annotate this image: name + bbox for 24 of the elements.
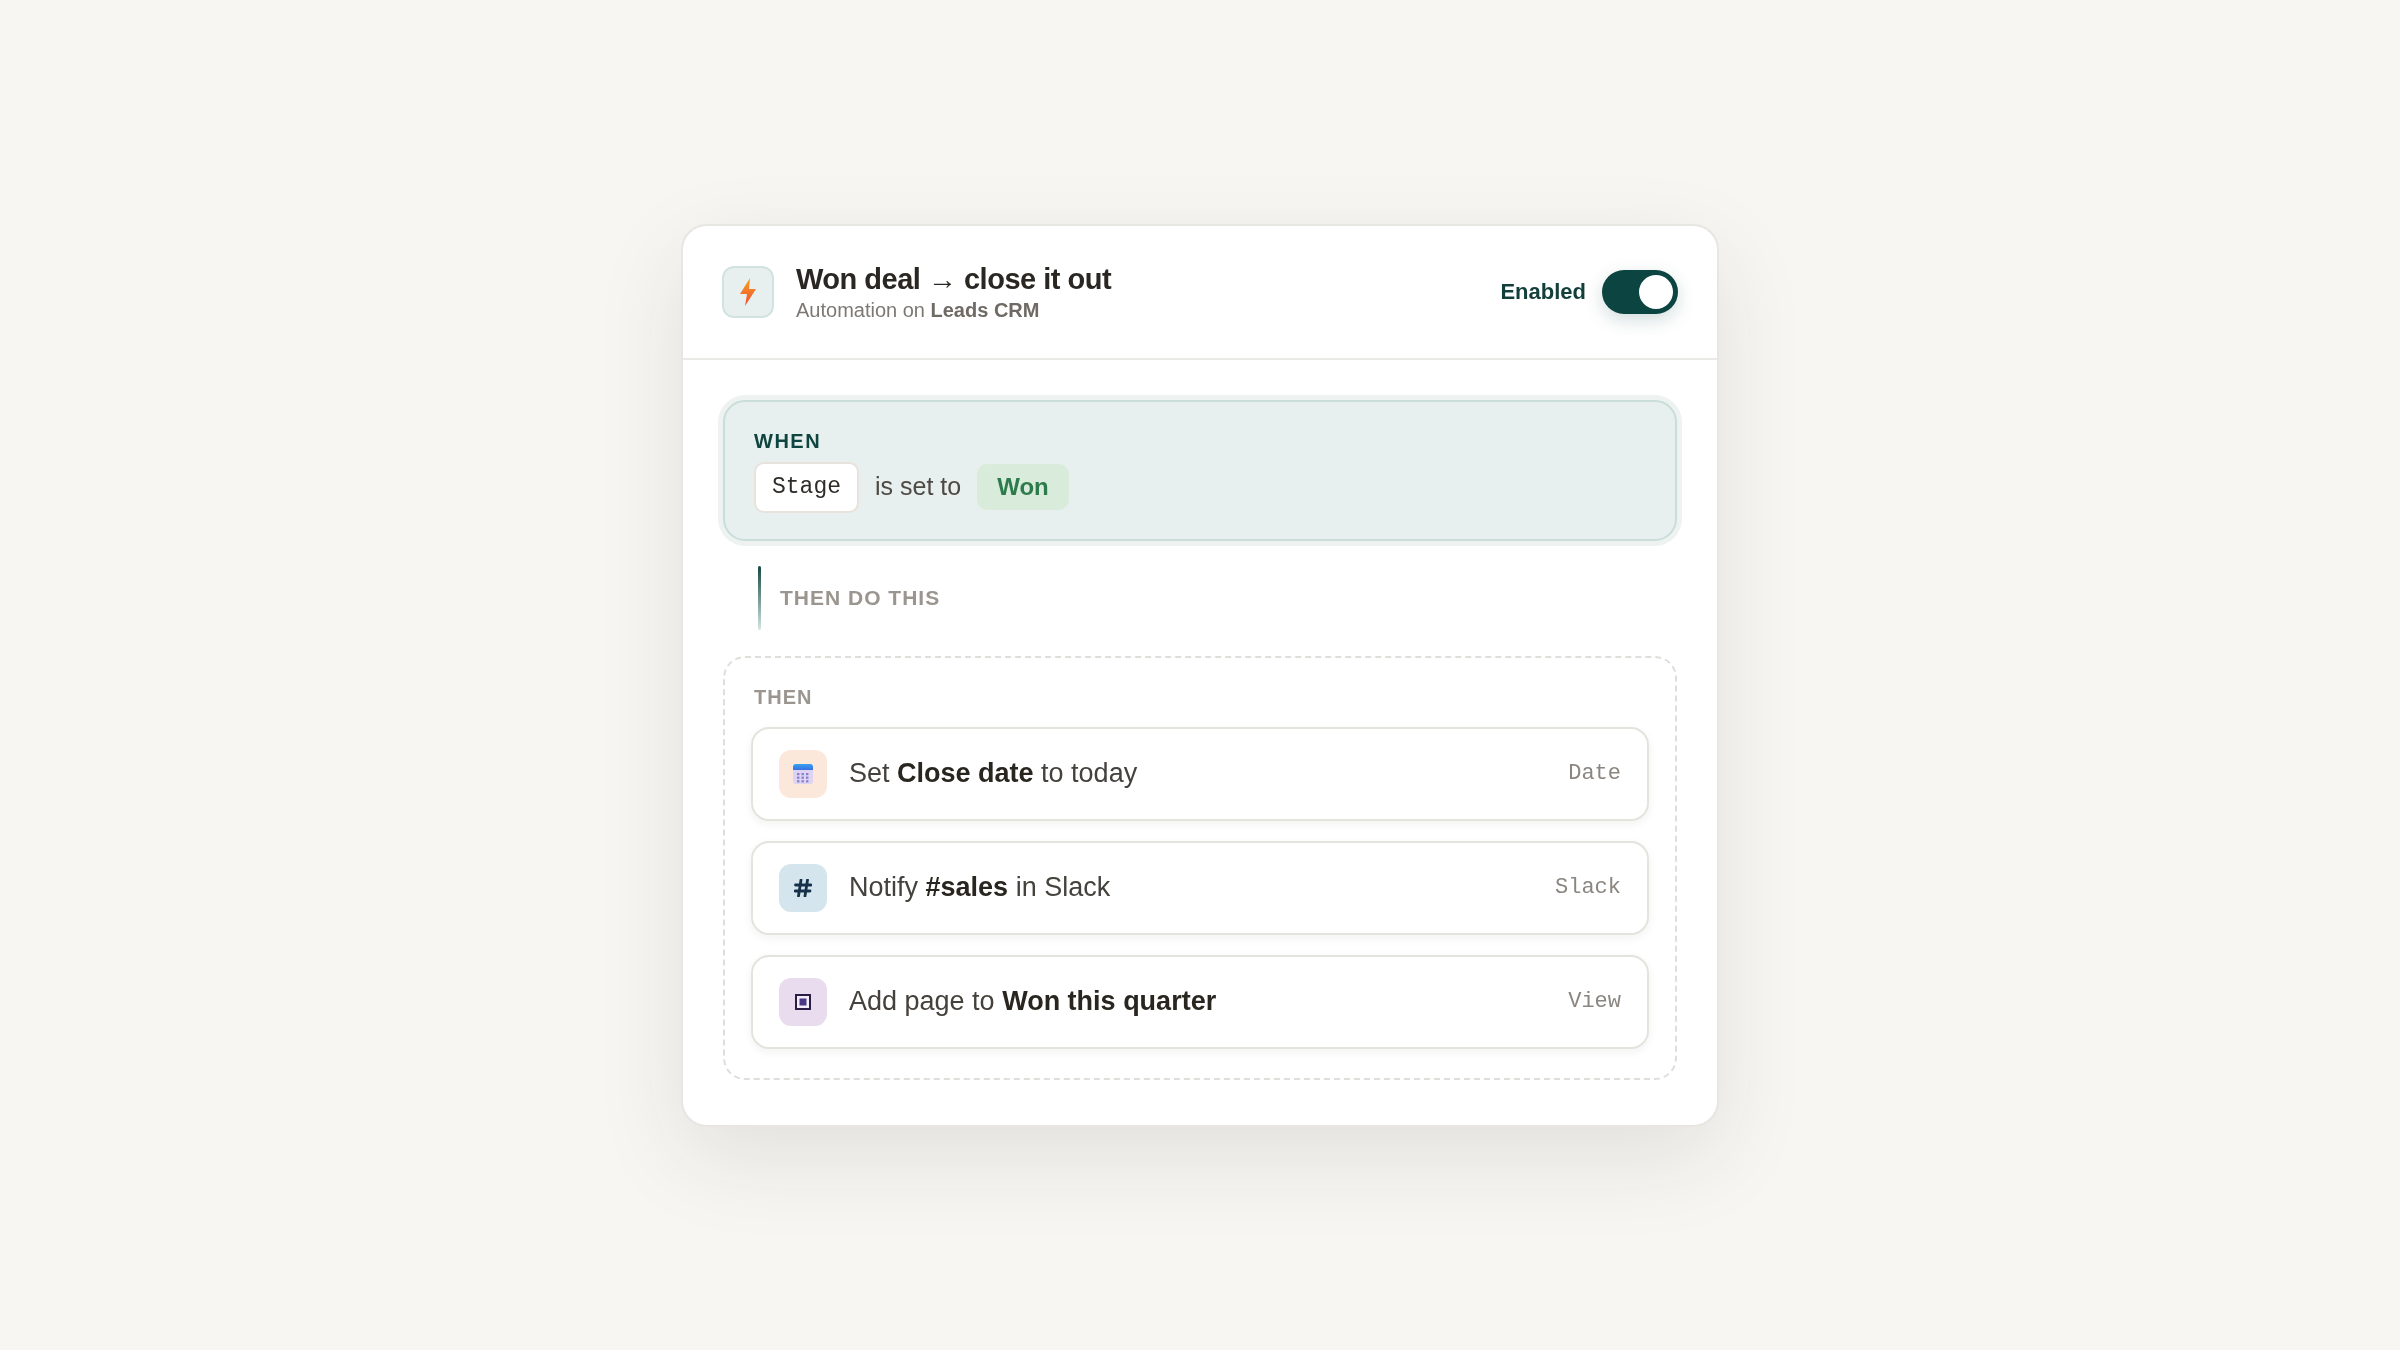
enabled-toggle[interactable]	[1602, 269, 1678, 314]
field-chip: Stage	[754, 461, 859, 513]
connector-line	[758, 565, 761, 630]
action-type-label: Date	[1568, 760, 1621, 788]
lightning-icon	[722, 265, 774, 318]
hash-icon	[779, 863, 827, 912]
value-chip: Won	[977, 464, 1069, 510]
action-type-label: View	[1568, 988, 1621, 1016]
automation-subtitle: Automation on Leads CRM	[796, 297, 1041, 323]
action-type-label: Slack	[1555, 874, 1621, 902]
when-heading: WHEN	[754, 428, 822, 453]
action-text: Set Close date to today	[849, 757, 1138, 791]
calendar-icon	[779, 749, 827, 798]
action-text: Notify #sales in Slack	[849, 871, 1111, 905]
action-text: Add page to Won this quarter	[849, 985, 1217, 1019]
action-row[interactable]: Notify #sales in Slack Slack	[751, 840, 1649, 935]
automation-title: Won deal → close it out	[796, 261, 1112, 297]
connector-label: THEN DO THIS	[780, 584, 941, 611]
action-row[interactable]: Set Close date to today Date	[751, 726, 1649, 821]
action-row[interactable]: Add page to Won this quarter View	[751, 954, 1649, 1049]
operator-text: is set to	[875, 471, 962, 503]
then-heading: THEN	[754, 684, 813, 709]
toggle-label: Enabled	[1500, 278, 1586, 306]
square-icon	[779, 977, 827, 1026]
